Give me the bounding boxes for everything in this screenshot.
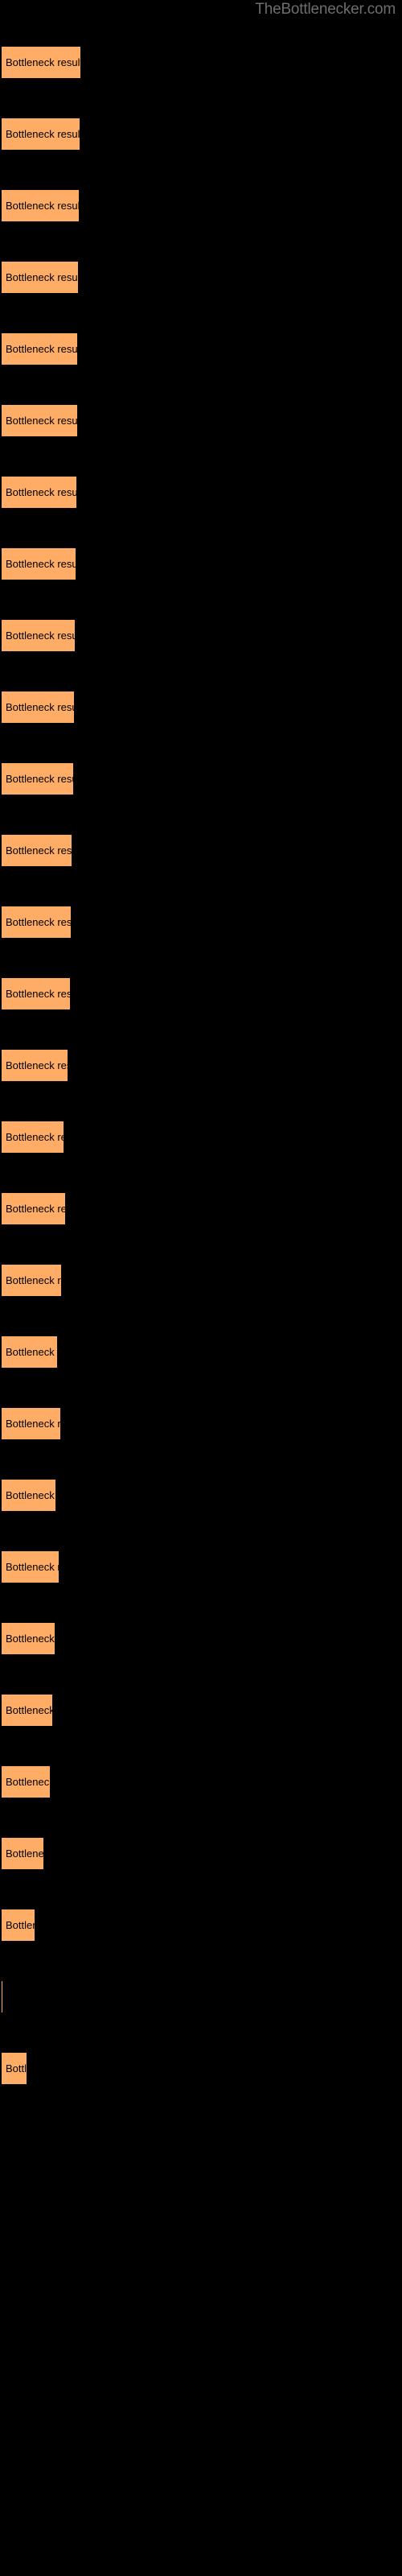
bar-rect[interactable] xyxy=(2,1694,53,1727)
bar-rect[interactable] xyxy=(2,404,78,437)
bar-rect[interactable] xyxy=(2,1479,56,1512)
bar-rect[interactable] xyxy=(2,619,76,652)
bar-rect[interactable] xyxy=(2,1192,66,1225)
bar-rect[interactable] xyxy=(2,1049,68,1082)
bar-rect[interactable] xyxy=(2,2052,27,2085)
bar-rect[interactable] xyxy=(2,1980,3,2013)
bar-rect[interactable] xyxy=(2,118,80,151)
bar-rect[interactable] xyxy=(2,1335,58,1368)
bar-rect[interactable] xyxy=(2,547,76,580)
bar-rect[interactable] xyxy=(2,1765,51,1798)
bar-rect[interactable] xyxy=(2,1550,59,1583)
bar-rect[interactable] xyxy=(2,977,71,1010)
bar-rect[interactable] xyxy=(2,332,78,365)
bar-rect[interactable] xyxy=(2,1121,64,1154)
bars-container: Bottleneck result Bottleneck result Bottle… xyxy=(0,0,402,2576)
bar-rect[interactable] xyxy=(2,189,80,222)
bar-rect[interactable] xyxy=(2,261,79,294)
bar-rect[interactable] xyxy=(2,1909,35,1942)
bar-rect[interactable] xyxy=(2,1837,44,1870)
bottleneck-bar-chart: TheBottlenecker.com Bottleneck result Bot… xyxy=(0,0,402,2576)
bar-rect[interactable] xyxy=(2,906,72,939)
bar-rect[interactable] xyxy=(2,1407,61,1440)
bar-rect[interactable] xyxy=(2,1622,55,1655)
bar-rect[interactable] xyxy=(2,1264,62,1297)
bar-rect[interactable] xyxy=(2,834,72,867)
bar-rect[interactable] xyxy=(2,691,75,724)
bar-rect[interactable] xyxy=(2,762,74,795)
bar-rect[interactable] xyxy=(2,476,77,509)
bar-rect[interactable] xyxy=(2,46,81,79)
